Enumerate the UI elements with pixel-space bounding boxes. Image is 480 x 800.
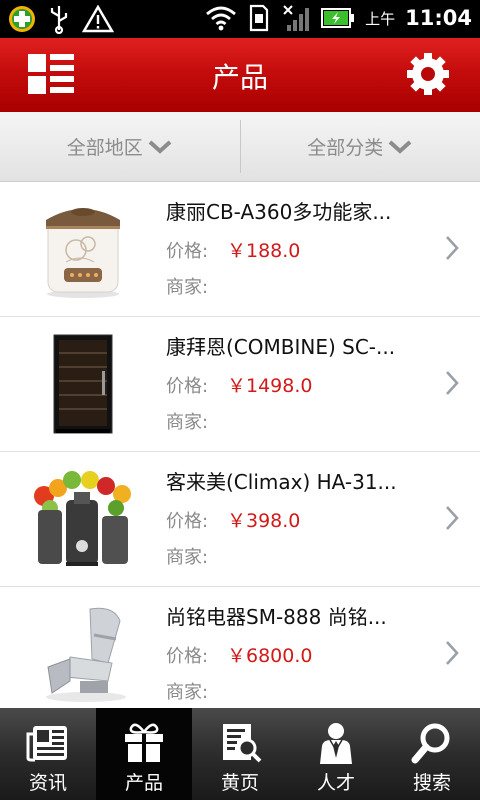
product-image-wine-cabinet <box>53 334 113 434</box>
region-filter[interactable]: 全部地区 <box>0 112 240 181</box>
product-image-cooker <box>46 208 120 298</box>
product-name: 尚铭电器SM-888 尚铭... <box>166 605 387 629</box>
tab-products[interactable]: 产品 <box>96 708 192 800</box>
tab-yellow-pages[interactable]: 黄页 <box>192 708 288 800</box>
product-name: 康拜恩(COMBINE) SC-... <box>166 335 396 359</box>
warning-icon <box>82 5 114 33</box>
product-list[interactable]: 康丽CB-A360多功能家... 价格: ￥188.0 商家: 康拜恩(COMB… <box>0 182 480 708</box>
no-signal-icon <box>283 5 310 31</box>
filter-bar: 全部地区 全部分类 <box>0 112 480 182</box>
chevron-right-icon <box>446 371 459 395</box>
status-bar: 上午 11:04 <box>0 0 480 38</box>
gift-icon <box>125 723 163 762</box>
product-item[interactable]: 康丽CB-A360多功能家... 价格: ￥188.0 商家: <box>0 182 480 317</box>
chevron-right-icon <box>446 236 459 260</box>
tab-news[interactable]: 资讯 <box>0 708 96 800</box>
tab-label: 产品 <box>124 772 163 794</box>
product-image-juicer <box>34 471 131 566</box>
product-price: ￥188.0 <box>227 240 301 262</box>
product-item[interactable]: 康拜恩(COMBINE) SC-... 价格: ￥1498.0 商家: <box>0 317 480 452</box>
plus-app-icon <box>9 6 35 32</box>
chevron-down-icon <box>148 140 172 154</box>
yellow-pages-icon <box>223 724 262 763</box>
tab-talent[interactable]: 人才 <box>288 708 384 800</box>
title-bar: 产品 <box>0 38 480 112</box>
chevron-down-icon <box>388 140 412 154</box>
status-clock: 11:04 <box>405 6 472 30</box>
category-filter[interactable]: 全部分类 <box>241 112 480 181</box>
product-price: ￥398.0 <box>227 510 301 532</box>
merchant-label: 商家: <box>166 547 209 568</box>
product-price: ￥6800.0 <box>227 645 313 667</box>
product-item[interactable]: 尚铭电器SM-888 尚铭... 价格: ￥6800.0 商家: <box>0 587 480 708</box>
price-label: 价格: <box>166 241 209 262</box>
wifi-icon <box>206 6 237 31</box>
price-label: 价格: <box>166 511 209 532</box>
tab-label: 搜索 <box>412 772 451 794</box>
region-filter-label: 全部地区 <box>66 137 143 159</box>
category-filter-label: 全部分类 <box>307 137 384 159</box>
price-label: 价格: <box>166 376 209 397</box>
tab-label: 人才 <box>316 772 355 794</box>
gear-icon[interactable] <box>406 52 450 96</box>
product-name: 客来美(Climax) HA-31... <box>166 470 397 494</box>
merchant-label: 商家: <box>166 412 209 433</box>
search-icon <box>411 723 450 764</box>
product-image-massage-chair <box>46 607 126 702</box>
tab-label: 资讯 <box>28 772 67 794</box>
product-price: ￥1498.0 <box>227 375 313 397</box>
battery-icon <box>321 8 355 28</box>
product-item[interactable]: 客来美(Climax) HA-31... 价格: ￥398.0 商家: <box>0 452 480 587</box>
person-icon <box>320 723 352 764</box>
product-name: 康丽CB-A360多功能家... <box>166 200 392 224</box>
status-ampm: 上午 <box>365 9 396 28</box>
tab-label: 黄页 <box>220 772 259 794</box>
newspaper-icon <box>26 726 67 762</box>
tab-search[interactable]: 搜索 <box>384 708 480 800</box>
price-label: 价格: <box>166 646 209 667</box>
chevron-right-icon <box>446 641 459 665</box>
usb-icon <box>50 6 68 34</box>
merchant-label: 商家: <box>166 277 209 298</box>
chevron-right-icon <box>446 506 459 530</box>
sd-card-icon <box>250 4 269 32</box>
merchant-label: 商家: <box>166 682 209 703</box>
bottom-tab-bar: 资讯 产品 黄页 人才 搜索 <box>0 708 480 800</box>
